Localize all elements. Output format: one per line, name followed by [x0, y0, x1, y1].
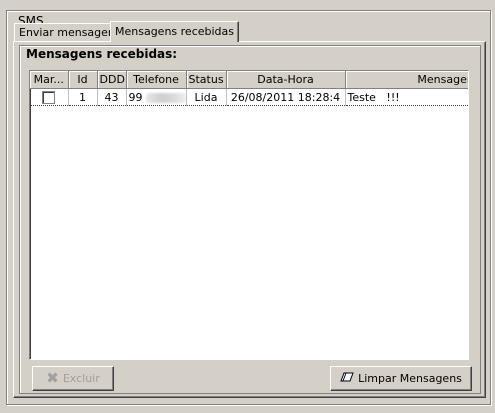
column-header-data-hora[interactable]: Data-Hora	[226, 71, 346, 89]
table-row[interactable]: 1 43 99 Lida 26/08/2011 18:28:4 Teste !!…	[30, 88, 468, 106]
cell-status: Lida	[186, 88, 227, 106]
cell-data-hora: 26/08/2011 18:28:4	[226, 88, 346, 106]
cell-ddd: 43	[97, 88, 127, 106]
column-header-marcar[interactable]: Mar...	[30, 71, 69, 89]
mark-checkbox[interactable]	[42, 90, 56, 104]
redacted-phone-blur	[146, 92, 185, 103]
cell-telefone: 99	[126, 88, 187, 106]
excluir-button[interactable]: ✖ Excluir	[32, 366, 114, 391]
telefone-prefix: 99	[128, 90, 143, 104]
messages-frame: Mensagens recebidas: Mar... Id DDD Telef…	[19, 45, 481, 394]
excluir-label: Excluir	[62, 372, 100, 385]
messages-grid[interactable]: Mar... Id DDD Telefone Status Data-Hora …	[29, 70, 469, 360]
grid-header-row: Mar... Id DDD Telefone Status Data-Hora …	[30, 71, 468, 89]
column-header-id[interactable]: Id	[68, 71, 98, 89]
column-header-telefone[interactable]: Telefone	[126, 71, 187, 89]
limpar-mensagens-button[interactable]: Limpar Mensagens	[330, 366, 472, 391]
column-header-mensagem[interactable]: Mensagem	[345, 71, 468, 89]
limpar-label: Limpar Mensagens	[358, 372, 462, 385]
column-header-status[interactable]: Status	[186, 71, 227, 89]
cell-marcar	[30, 88, 69, 106]
panel-title: Mensagens recebidas:	[26, 47, 178, 61]
delete-x-icon: ✖	[46, 369, 59, 387]
tab-enviar-mensagem[interactable]: Enviar mensagem	[14, 23, 124, 42]
eraser-icon	[340, 372, 354, 385]
tab-mensagens-recebidas[interactable]: Mensagens recebidas	[110, 21, 240, 42]
cell-id: 1	[68, 88, 98, 106]
cell-mensagem: Teste !!!	[345, 88, 468, 106]
column-header-ddd[interactable]: DDD	[97, 71, 127, 89]
tab-page-mensagens-recebidas: Mensagens recebidas: Mar... Id DDD Telef…	[13, 41, 486, 398]
